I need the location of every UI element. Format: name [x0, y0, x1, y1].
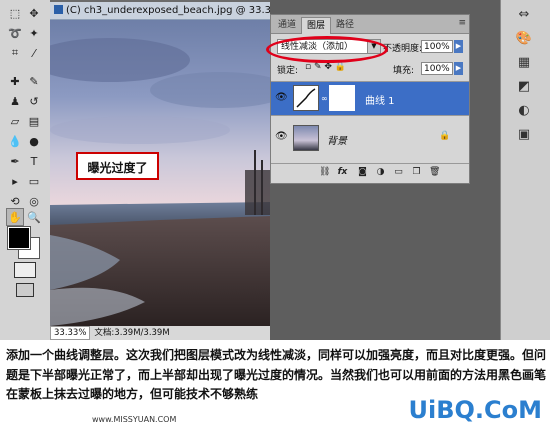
site-watermark: www.MISSYUAN.COM [92, 415, 177, 424]
layer-curves[interactable]: 👁 ∞ 曲线 1 [271, 81, 469, 115]
new-layer-icon[interactable]: ❐ [411, 167, 422, 178]
shape-tool-icon[interactable]: ▭ [25, 172, 43, 190]
eye-icon[interactable]: 👁 [275, 131, 288, 143]
link-layers-icon[interactable]: ⛓ [319, 167, 330, 178]
tab-channels[interactable]: 通道 [273, 17, 301, 33]
image-canvas[interactable]: 曝光过度了 [50, 20, 270, 326]
fill-slider-button[interactable]: ▶ [454, 62, 463, 75]
layer-style-icon[interactable]: fx [337, 167, 348, 178]
layer-name: 曲线 1 [365, 96, 395, 107]
opacity-field[interactable]: 100% [421, 40, 453, 53]
clone-stamp-icon[interactable]: ♟ [6, 92, 24, 110]
document-title-bar[interactable]: (C) ch3_underexposed_beach.jpg @ 33.3% (… [50, 2, 270, 20]
highlight-oval [266, 36, 388, 63]
crop-tool-icon[interactable]: ⌗ [6, 44, 24, 62]
lasso-tool-icon[interactable]: ➰ [6, 24, 24, 42]
dodge-tool-icon[interactable]: ● [25, 132, 43, 150]
panel-expand-icon[interactable]: ⇔ [514, 6, 534, 24]
styles-panel-icon[interactable]: ◩ [514, 78, 534, 96]
panel-dock: ⇔ 🎨 ▦ ◩ ◐ ▣ [500, 0, 550, 340]
group-icon[interactable]: ▭ [393, 167, 404, 178]
hand-tool-icon[interactable]: ✋ [6, 208, 24, 226]
lock-row: 锁定: ▫ ✎ ✥ 🔒 填充: 100% ▶ [271, 61, 469, 79]
adjustments-panel-icon[interactable]: ◐ [514, 102, 534, 120]
healing-brush-icon[interactable]: ✚ [6, 72, 24, 90]
history-brush-icon[interactable]: ↺ [25, 92, 43, 110]
zoom-level[interactable]: 33.33% [50, 326, 91, 340]
overexposed-annotation: 曝光过度了 [76, 152, 159, 180]
background-thumbnail [293, 125, 319, 151]
pen-tool-icon[interactable]: ✒ [6, 152, 24, 170]
add-mask-icon[interactable]: ◙ [357, 167, 368, 178]
panel-tabs: 通道 图层 路径 ≡ [271, 15, 469, 34]
fill-label: 填充: [393, 66, 415, 76]
tab-paths[interactable]: 路径 [331, 17, 359, 33]
toolbox: ⬚ ✥ ➰ ✦ ⌗ ⁄ ✚ ✎ ♟ ↺ ▱ ▤ 💧 ● ✒ T ▸ ▭ ⟲ ◎ … [0, 0, 51, 340]
masks-panel-icon[interactable]: ▣ [514, 126, 534, 144]
trash-icon[interactable]: 🗑 [429, 167, 440, 178]
magic-wand-icon[interactable]: ✦ [25, 24, 43, 42]
document-title: (C) ch3_underexposed_beach.jpg @ 33.3% (… [66, 5, 270, 16]
document-info: 文档:3.39M/3.39M [94, 328, 170, 338]
document-window: (C) ch3_underexposed_beach.jpg @ 33.3% (… [50, 0, 270, 340]
quick-mask-button[interactable] [14, 262, 36, 278]
move-tool-icon[interactable]: ✥ [25, 4, 43, 22]
lock-icons[interactable]: ▫ ✎ ✥ 🔒 [305, 62, 346, 72]
layer-name: 背景 [327, 136, 347, 147]
photoshop-screenshot: ⬚ ✥ ➰ ✦ ⌗ ⁄ ✚ ✎ ♟ ↺ ▱ ▤ 💧 ● ✒ T ▸ ▭ ⟲ ◎ … [0, 0, 550, 340]
curves-adjustment-icon [293, 85, 319, 111]
gradient-tool-icon[interactable]: ▤ [25, 112, 43, 130]
opacity-slider-button[interactable]: ▶ [454, 40, 463, 53]
path-select-icon[interactable]: ▸ [6, 172, 24, 190]
lock-icon: 🔒 [439, 131, 451, 141]
panel-footer: ⛓ fx ◙ ◑ ▭ ❐ 🗑 [271, 163, 469, 182]
color-panel-icon[interactable]: 🎨 [514, 30, 534, 48]
opacity-label: 不透明度: [383, 44, 423, 54]
blur-tool-icon[interactable]: 💧 [6, 132, 24, 150]
foreground-color-swatch[interactable] [7, 226, 31, 250]
uibq-watermark: UiBQ.CoM [408, 396, 542, 424]
eraser-tool-icon[interactable]: ▱ [6, 112, 24, 130]
screen-mode-button[interactable] [16, 283, 34, 297]
chain-icon[interactable]: ∞ [321, 94, 328, 103]
fill-field[interactable]: 100% [421, 62, 453, 75]
type-tool-icon[interactable]: T [25, 152, 43, 170]
swatches-panel-icon[interactable]: ▦ [514, 54, 534, 72]
layer-background[interactable]: 👁 背景 🔒 [271, 115, 469, 161]
layer-mask-thumbnail[interactable] [329, 85, 355, 111]
status-bar: 33.33% 文档:3.39M/3.39M [50, 326, 270, 340]
brush-tool-icon[interactable]: ✎ [25, 72, 43, 90]
panel-menu-icon[interactable]: ≡ [458, 18, 466, 28]
lock-label: 锁定: [277, 66, 299, 76]
eye-icon[interactable]: 👁 [275, 92, 288, 104]
document-icon [54, 5, 63, 14]
tab-layers[interactable]: 图层 [301, 17, 332, 34]
adjustment-layer-icon[interactable]: ◑ [375, 167, 386, 178]
eyedropper-tool-icon[interactable]: ⁄ [25, 44, 43, 62]
marquee-tool-icon[interactable]: ⬚ [6, 4, 24, 22]
zoom-tool-icon[interactable]: 🔍 [25, 208, 43, 226]
